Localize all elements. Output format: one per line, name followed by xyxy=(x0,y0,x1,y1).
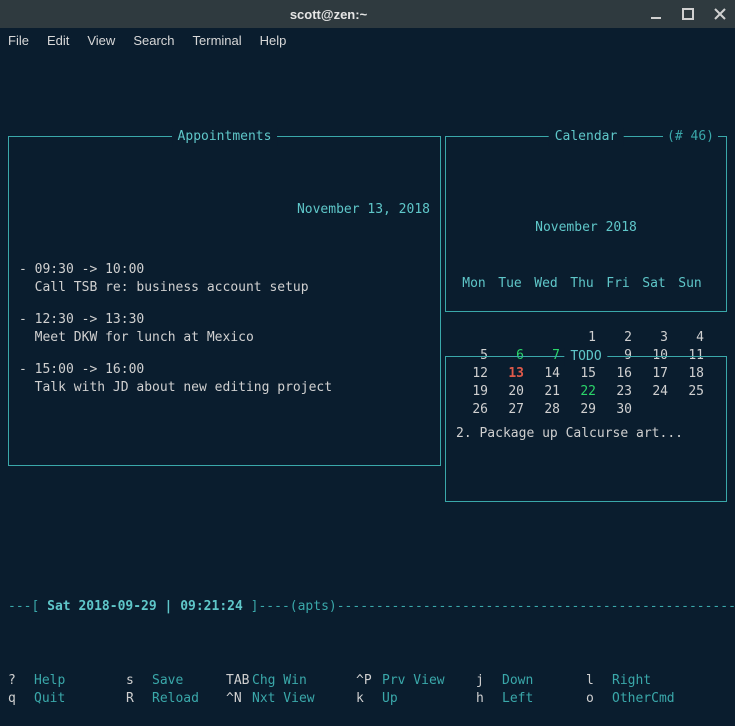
terminal-area[interactable]: Appointments November 13, 2018 - 09:30 -… xyxy=(0,52,735,726)
window-buttons xyxy=(649,7,727,21)
appointment-item[interactable]: - 12:30 -> 13:30 Meet DKW for lunch at M… xyxy=(19,311,430,347)
calendar-day-headers: MonTueWedThuFriSatSun xyxy=(456,275,716,293)
help-key: ? xyxy=(8,672,34,690)
menu-edit[interactable]: Edit xyxy=(47,33,69,48)
menu-bar: File Edit View Search Terminal Help xyxy=(0,28,735,52)
calendar-day-header: Tue xyxy=(492,275,528,293)
calendar-cell[interactable]: 4 xyxy=(672,329,708,347)
help-bar: ?HelpsSaveTABChg Win^PPrv ViewjDownlRigh… xyxy=(8,672,727,708)
help-item: qQuit xyxy=(8,690,126,708)
calendar-cell xyxy=(492,329,528,347)
status-line: ---[ Sat 2018-09-29 | 09:21:24 ]----(apt… xyxy=(8,598,727,616)
calendar-cell xyxy=(528,329,564,347)
todo-title: TODO xyxy=(564,348,607,366)
help-item: jDown xyxy=(476,672,586,690)
appointments-title: Appointments xyxy=(172,128,278,146)
help-item: oOtherCmd xyxy=(586,690,696,708)
appointment-item[interactable]: - 15:00 -> 16:00 Talk with JD about new … xyxy=(19,361,430,397)
help-label: Left xyxy=(502,690,533,708)
help-item: TABChg Win xyxy=(226,672,356,690)
help-item: lRight xyxy=(586,672,696,690)
calendar-cell xyxy=(456,329,492,347)
help-item: kUp xyxy=(356,690,476,708)
help-item: ^NNxt View xyxy=(226,690,356,708)
help-label: Up xyxy=(382,690,398,708)
help-label: Prv View xyxy=(382,672,445,690)
todo-panel[interactable]: TODO 2. Package up Calcurse art... xyxy=(445,356,727,502)
help-label: Quit xyxy=(34,690,65,708)
help-key: TAB xyxy=(226,672,252,690)
calendar-panel[interactable]: Calendar (# 46) November 2018 MonTueWedT… xyxy=(445,136,727,312)
appointment-time: - 12:30 -> 13:30 xyxy=(19,311,430,329)
help-key: R xyxy=(126,690,152,708)
help-key: l xyxy=(586,672,612,690)
menu-terminal[interactable]: Terminal xyxy=(193,33,242,48)
menu-help[interactable]: Help xyxy=(260,33,287,48)
appointments-panel[interactable]: Appointments November 13, 2018 - 09:30 -… xyxy=(8,136,441,466)
help-label: Help xyxy=(34,672,65,690)
help-label: Save xyxy=(152,672,183,690)
appointment-desc: Meet DKW for lunch at Mexico xyxy=(19,329,430,347)
calendar-day-header: Sat xyxy=(636,275,672,293)
calendar-day-header: Sun xyxy=(672,275,708,293)
maximize-icon[interactable] xyxy=(681,7,695,21)
help-item: ^PPrv View xyxy=(356,672,476,690)
help-label: Right xyxy=(612,672,651,690)
help-label: Chg Win xyxy=(252,672,307,690)
menu-search[interactable]: Search xyxy=(133,33,174,48)
help-item: RReload xyxy=(126,690,226,708)
calendar-day-header: Wed xyxy=(528,275,564,293)
todo-item[interactable]: 2. Package up Calcurse art... xyxy=(456,425,716,443)
appointment-desc: Call TSB re: business account setup xyxy=(19,279,430,297)
calendar-month: November 2018 xyxy=(456,219,716,237)
calendar-weeknum: (# 46) xyxy=(663,128,718,146)
appointments-date: November 13, 2018 xyxy=(19,201,430,219)
help-key: h xyxy=(476,690,502,708)
close-icon[interactable] xyxy=(713,7,727,21)
appointment-desc: Talk with JD about new editing project xyxy=(19,379,430,397)
appointment-time: - 09:30 -> 10:00 xyxy=(19,261,430,279)
help-label: Nxt View xyxy=(252,690,315,708)
help-item: hLeft xyxy=(476,690,586,708)
help-key: o xyxy=(586,690,612,708)
calendar-cell[interactable]: 3 xyxy=(636,329,672,347)
window-titlebar: scott@zen:~ xyxy=(0,0,735,28)
help-label: Reload xyxy=(152,690,199,708)
help-key: s xyxy=(126,672,152,690)
help-item: sSave xyxy=(126,672,226,690)
appointment-item[interactable]: - 09:30 -> 10:00 Call TSB re: business a… xyxy=(19,261,430,297)
calendar-cell[interactable]: 2 xyxy=(600,329,636,347)
calendar-day-header: Fri xyxy=(600,275,636,293)
menu-file[interactable]: File xyxy=(8,33,29,48)
calendar-title: Calendar xyxy=(549,128,624,146)
calendar-cell[interactable]: 1 xyxy=(564,329,600,347)
minimize-icon[interactable] xyxy=(649,7,663,21)
help-key: k xyxy=(356,690,382,708)
help-key: ^P xyxy=(356,672,382,690)
appointment-time: - 15:00 -> 16:00 xyxy=(19,361,430,379)
help-key: q xyxy=(8,690,34,708)
window-title: scott@zen:~ xyxy=(8,7,649,22)
help-key: j xyxy=(476,672,502,690)
help-key: ^N xyxy=(226,690,252,708)
menu-view[interactable]: View xyxy=(87,33,115,48)
status-datetime: Sat 2018-09-29 | 09:21:24 xyxy=(47,599,243,614)
help-label: Down xyxy=(502,672,533,690)
help-label: OtherCmd xyxy=(612,690,675,708)
help-item: ?Help xyxy=(8,672,126,690)
calendar-day-header: Thu xyxy=(564,275,600,293)
calendar-day-header: Mon xyxy=(456,275,492,293)
